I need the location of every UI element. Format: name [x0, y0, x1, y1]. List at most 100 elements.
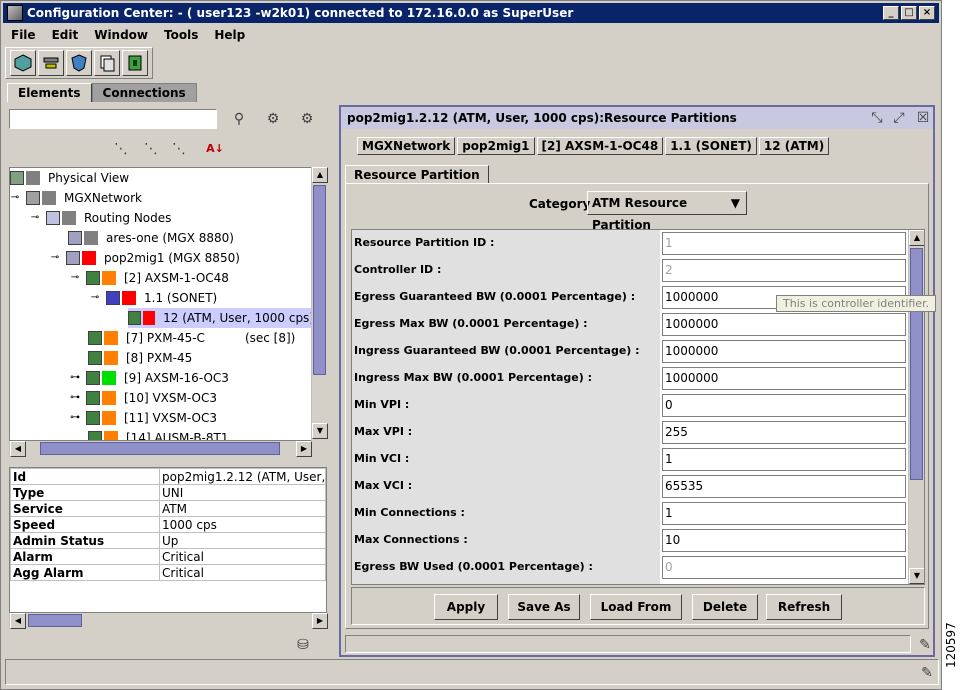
apply-button[interactable]: Apply [434, 594, 498, 620]
menu-help[interactable]: Help [206, 28, 253, 42]
menu-tools[interactable]: Tools [156, 28, 206, 42]
breadcrumb-sonet[interactable]: 1.1 (SONET) [665, 137, 757, 155]
delete-button[interactable]: Delete [692, 594, 758, 620]
field-label: Controller ID : [354, 263, 442, 276]
tree-item-pxm8[interactable]: [8] PXM-45 [88, 348, 192, 368]
tree-item-vxsm10[interactable]: ⊶ [10] VXSM-OC3 [70, 388, 217, 408]
min-vci-field[interactable]: 1 [662, 448, 906, 471]
field-label: Min Connections : [354, 506, 465, 519]
tab-elements[interactable]: Elements [7, 83, 92, 102]
expand-toggle-icon[interactable]: ⊸ [50, 253, 60, 263]
filter-tree-icon[interactable]: ⋱ [169, 139, 189, 159]
expand-tree-icon[interactable]: ⋱ [111, 139, 131, 159]
category-select[interactable]: ATM Resource Partition ▼ [587, 191, 747, 232]
expand-toggle-icon[interactable]: ⊸ [70, 273, 80, 283]
expand-toggle-icon[interactable]: ⊸ [90, 293, 100, 303]
scroll-thumb[interactable] [40, 442, 280, 455]
tree-item-ares-one[interactable]: ares-one (MGX 8880) [68, 228, 234, 248]
tree-item-axsm2[interactable]: ⊸ [2] AXSM-1-OC48 [70, 268, 229, 288]
card-icon [86, 371, 100, 385]
max-vpi-field[interactable]: 255 [662, 421, 906, 444]
collapse-tree-icon[interactable]: ⋱ [141, 139, 161, 159]
min-connections-field[interactable]: 1 [662, 502, 906, 525]
title-bar[interactable]: Configuration Center: - ( user123 -w2k01… [3, 3, 939, 23]
tree-item-atm12[interactable]: 12 (ATM, User, 1000 cps) [128, 308, 312, 328]
close-button[interactable]: × [919, 6, 935, 20]
max-connections-field[interactable]: 10 [662, 529, 906, 552]
scroll-up-icon[interactable]: ▲ [909, 230, 924, 246]
undock-icon[interactable]: ⤡ [867, 108, 887, 128]
scroll-thumb[interactable] [313, 185, 326, 375]
props-hscrollbar[interactable]: ◀ ▶ [9, 613, 328, 629]
expand-toggle-icon[interactable]: ⊸ [30, 213, 40, 223]
tree-item-physical-view[interactable]: Physical View [10, 168, 129, 188]
exit-icon[interactable] [122, 50, 148, 76]
resource-partition-id-field: 1 [662, 232, 906, 255]
scroll-right-icon[interactable]: ▶ [312, 613, 328, 629]
max-vci-field[interactable]: 65535 [662, 475, 906, 498]
scroll-up-icon[interactable]: ▲ [312, 167, 328, 183]
network-icon [10, 171, 24, 185]
refresh-button[interactable]: Refresh [766, 594, 842, 620]
restore-icon[interactable]: ⤢ [889, 108, 909, 128]
panel-title: pop2mig1.2.12 (ATM, User, 1000 cps):Reso… [341, 107, 933, 129]
expand-toggle-icon[interactable]: ⊶ [70, 393, 80, 403]
tree-hscrollbar[interactable]: ◀ ▶ [9, 441, 312, 457]
scroll-right-icon[interactable]: ▶ [296, 441, 312, 457]
tree-item-mgxnetwork[interactable]: ⊸ MGXNetwork [10, 188, 142, 208]
tab-resource-partition[interactable]: Resource Partition [345, 165, 489, 184]
sort-az-icon[interactable]: A↓ [205, 139, 225, 159]
tree-vscrollbar[interactable]: ▲ ▼ [311, 167, 328, 441]
expand-toggle-icon[interactable]: ⊸ [10, 193, 20, 203]
min-vpi-field[interactable]: 0 [662, 394, 906, 417]
panel-close-icon[interactable]: ☒ [913, 108, 933, 128]
broom-icon[interactable]: ✎ [915, 635, 935, 655]
breadcrumb-mgxnetwork[interactable]: MGXNetwork [357, 137, 456, 155]
find-next-icon[interactable]: ⚙ [297, 109, 317, 129]
breadcrumb-pop2mig1[interactable]: pop2mig1 [457, 137, 535, 155]
expand-toggle-icon[interactable]: ⊶ [70, 373, 80, 383]
field-label: Min VPI : [354, 398, 410, 411]
tab-connections[interactable]: Connections [91, 83, 197, 102]
search-input[interactable] [9, 109, 217, 129]
tree-item-pop2mig1[interactable]: ⊸ pop2mig1 (MGX 8850) [50, 248, 240, 268]
tree-item-routing-nodes[interactable]: ⊸ Routing Nodes [30, 208, 171, 228]
ingress-max-bw-field[interactable]: 1000000 [662, 367, 906, 390]
menu-file[interactable]: File [3, 28, 44, 42]
tools-icon[interactable] [38, 50, 64, 76]
form-vscrollbar[interactable]: ▲ ▼ [908, 230, 924, 584]
egress-max-bw-field[interactable]: 1000000 [662, 313, 906, 336]
menu-edit[interactable]: Edit [44, 28, 87, 42]
scroll-left-icon[interactable]: ◀ [10, 613, 26, 629]
expand-toggle-icon[interactable]: ⊶ [70, 413, 80, 423]
table-row: Idpop2mig1.2.12 (ATM, User, 10 [10, 468, 326, 485]
tree-item-vxsm11[interactable]: ⊶ [11] VXSM-OC3 [70, 408, 217, 428]
scroll-left-icon[interactable]: ◀ [10, 441, 26, 457]
binoculars-icon[interactable]: ⚲ [229, 109, 249, 129]
tree-item-axsm9[interactable]: ⊶ [9] AXSM-16-OC3 [70, 368, 229, 388]
find-node-icon[interactable]: ⚙ [263, 109, 283, 129]
field-label: Min VCI : [354, 452, 410, 465]
folder-icon [46, 211, 60, 225]
load-from-button[interactable]: Load From [590, 594, 682, 620]
shield-icon[interactable] [66, 50, 92, 76]
save-as-button[interactable]: Save As [508, 594, 580, 620]
document-icon[interactable] [94, 50, 120, 76]
database-icon[interactable]: ⛁ [293, 635, 313, 655]
ingress-guaranteed-bw-field[interactable]: 1000000 [662, 340, 906, 363]
card-icon [88, 431, 102, 440]
status-broom-icon[interactable]: ✎ [917, 663, 937, 683]
menu-window[interactable]: Window [86, 28, 156, 42]
cube-icon[interactable] [10, 50, 36, 76]
minimize-button[interactable]: _ [883, 6, 899, 20]
scroll-thumb[interactable] [28, 614, 82, 627]
breadcrumb-axsm[interactable]: [2] AXSM-1-OC48 [536, 137, 664, 155]
breadcrumb-atm[interactable]: 12 (ATM) [758, 137, 830, 155]
maximize-button[interactable]: □ [901, 6, 917, 20]
tree-item-sonet[interactable]: ⊸ 1.1 (SONET) [90, 288, 217, 308]
scroll-down-icon[interactable]: ▼ [312, 423, 328, 439]
tree-item-ausm14[interactable]: [14] AUSM-B-8T1 [88, 428, 228, 440]
tree-item-pxm7[interactable]: [7] PXM-45-C (sec [8]) [88, 328, 295, 348]
scroll-down-icon[interactable]: ▼ [909, 568, 924, 584]
scroll-thumb[interactable] [910, 248, 923, 480]
